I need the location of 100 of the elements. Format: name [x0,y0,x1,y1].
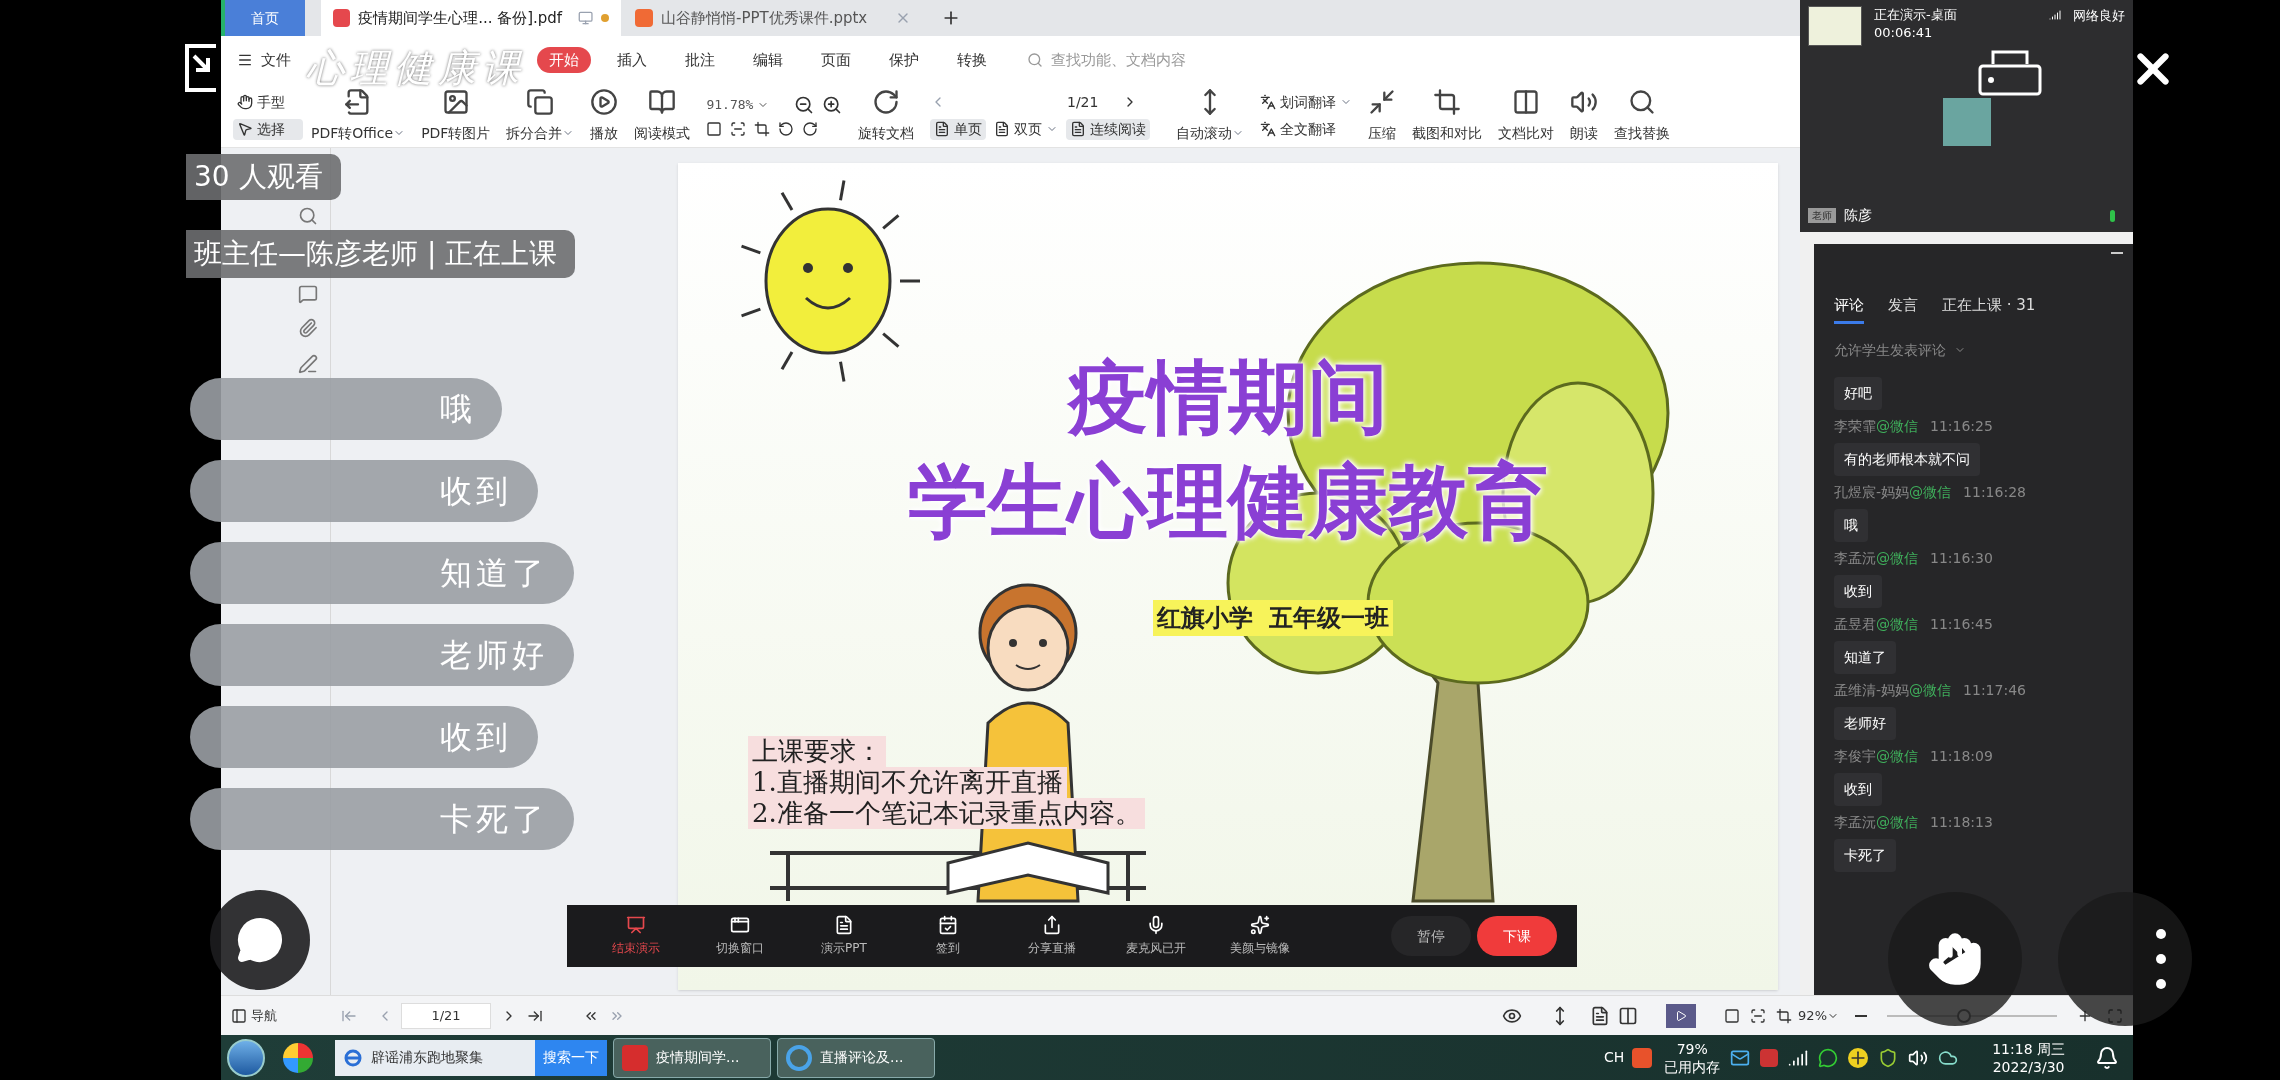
notification-icon[interactable] [2095,1045,2119,1070]
actual-size-icon[interactable] [706,120,723,137]
fit-width-icon[interactable] [1776,1007,1793,1024]
live-tool-button[interactable]: 麦克风已开 [1107,915,1205,957]
toolbar-button[interactable]: 查找替换 [1606,87,1679,144]
slide-subtitle: 红旗小学 五年级一班 [1152,600,1394,636]
view-mode-button[interactable]: 双页 [990,118,1063,140]
translate-button[interactable]: 划词翻译 [1260,91,1353,113]
zoom-dropdown[interactable]: 92% [1798,1005,1839,1026]
teacher-name: 陈彦 [1844,206,1872,225]
view-mode-button[interactable]: 单页 [930,118,987,140]
comment-text: 收到 [1834,772,1882,806]
comment-author: 孟维清-妈妈@微信 [1834,680,1952,700]
live-tool-button[interactable]: 美颜与镜像 [1211,915,1309,957]
pointer-mode-button[interactable]: 手型 [233,91,303,113]
document-tab[interactable]: 疫情期间学生心理... 备份].pdf [321,0,621,36]
toolbar-button[interactable]: 朗读 [1562,87,1607,144]
rotate-left-icon[interactable] [778,120,795,137]
actual-size-icon[interactable] [1724,1007,1741,1024]
live-comment: 老师好 [190,624,574,686]
screen-icon [626,915,646,935]
input-method-indicator[interactable]: CH [1603,1047,1625,1068]
comment-text: 好吧 [1834,376,1882,410]
add-icon[interactable] [1848,1047,1869,1068]
play-button[interactable] [1666,1003,1697,1028]
role-badge: 老师 [1808,208,1836,223]
zoom-field[interactable]: 91.78% [706,94,787,115]
zoom-out-icon[interactable] [794,94,815,115]
home-tab[interactable]: 首页 [221,0,305,36]
presentation-file-icon [635,9,653,27]
zoom-out-icon[interactable] [1855,1014,1867,1017]
attachment-icon[interactable] [298,318,318,338]
microphone-icon [1146,915,1166,935]
live-tool-button[interactable]: 签到 [899,915,997,957]
menu-tab[interactable]: 开始 [537,46,591,74]
pointer-mode-button[interactable]: 选择 [233,118,303,140]
chat-tab[interactable]: 评论 [1834,294,1864,324]
menu-tab[interactable]: 插入 [605,46,659,74]
page-icon [934,121,951,137]
presenting-status: 正在演示-桌面 [1874,6,1957,24]
menu-tab[interactable]: 批注 [673,46,727,74]
page-field[interactable]: 1/21 [954,91,1115,113]
toolbar-button[interactable]: 截图和对比 [1404,87,1491,144]
share-icon [1042,915,1062,935]
hand-icon [237,94,253,110]
toolbar-button[interactable]: 文档比对 [1490,87,1563,144]
toolbar-button[interactable]: 播放 [582,87,627,144]
menu-tab[interactable]: 转换 [945,46,999,74]
live-comment: 卡死了 [190,788,574,850]
memory-label: 已用内存 [1664,1057,1721,1076]
comment-permission-dropdown[interactable]: 允许学生发表评论 [1834,339,2113,361]
two-page-icon[interactable] [1618,1005,1639,1026]
pause-button[interactable]: 暂停 [1391,916,1471,956]
live-tool-button[interactable]: 切换窗口 [691,915,789,957]
start-button[interactable] [227,1038,265,1077]
navigation-toggle[interactable]: 导航 [231,1005,321,1026]
live-tool-button[interactable]: 结束演示 [587,915,685,957]
browser-address-field[interactable]: 辟谣浦东跑地聚集 [335,1039,535,1076]
chat-tab[interactable]: 发言 [1888,294,1918,324]
comment-time: 11:17:46 [1963,680,2026,700]
fit-page-icon[interactable] [1750,1007,1767,1024]
rotate-right-icon[interactable] [802,120,819,137]
toolbar-button[interactable]: 自动滚动 [1168,87,1253,144]
toolbar-button[interactable]: 阅读模式 [626,87,699,144]
translate-button[interactable]: 全文翻译 [1260,118,1353,140]
app-icon[interactable] [283,1042,313,1073]
toolbar-button[interactable]: 旋转文档 [850,87,923,144]
tab-title: 疫情期间学生心理... 备份].pdf [358,7,563,29]
view-mode-button[interactable]: 连续阅读 [1066,118,1151,140]
slide-text: 上课要求： [748,736,886,767]
search-icon[interactable] [298,206,318,226]
search-button[interactable]: 搜索一下 [535,1039,607,1076]
taskbar-window[interactable]: 直播评论及... [777,1037,935,1078]
page-field[interactable]: 1/21 [401,1002,491,1029]
taskbar-window[interactable]: 疫情期间学... [613,1037,771,1078]
menu-tab[interactable]: 页面 [809,46,863,74]
chat-tab[interactable]: 正在上课 · 31 [1942,294,2036,324]
signature-icon[interactable] [298,354,318,374]
comment-time: 11:16:45 [1930,614,1993,634]
live-tool-button[interactable]: 分享直播 [1003,915,1101,957]
hand-icon [1927,931,1983,987]
fit-page-icon[interactable] [730,120,747,137]
pointer-icon [237,121,253,137]
comment-author: 孔煜宸-妈妈@微信 [1834,482,1952,502]
menu-tab[interactable]: 编辑 [741,46,795,74]
single-page-icon[interactable] [1590,1005,1611,1026]
fit-width-icon[interactable] [754,120,771,137]
toolbar-button[interactable]: 压缩 [1360,87,1405,144]
live-tool-button[interactable]: 演示PPT [795,915,893,957]
comment-icon[interactable] [298,284,318,304]
end-class-button[interactable]: 下课 [1477,916,1557,956]
chat-app-icon[interactable] [1818,1047,1839,1068]
menu-tab[interactable]: 保护 [877,46,931,74]
host-status: 班主任—陈彦老师 | 正在上课 [186,230,576,278]
compare-icon [1512,87,1541,116]
exit-icon[interactable] [184,44,218,92]
zoom-in-icon[interactable] [822,94,843,115]
volume-icon[interactable] [1908,1047,1929,1068]
shield-icon[interactable] [1878,1047,1899,1068]
clock-date: 2022/3/30 [1992,1057,2065,1076]
